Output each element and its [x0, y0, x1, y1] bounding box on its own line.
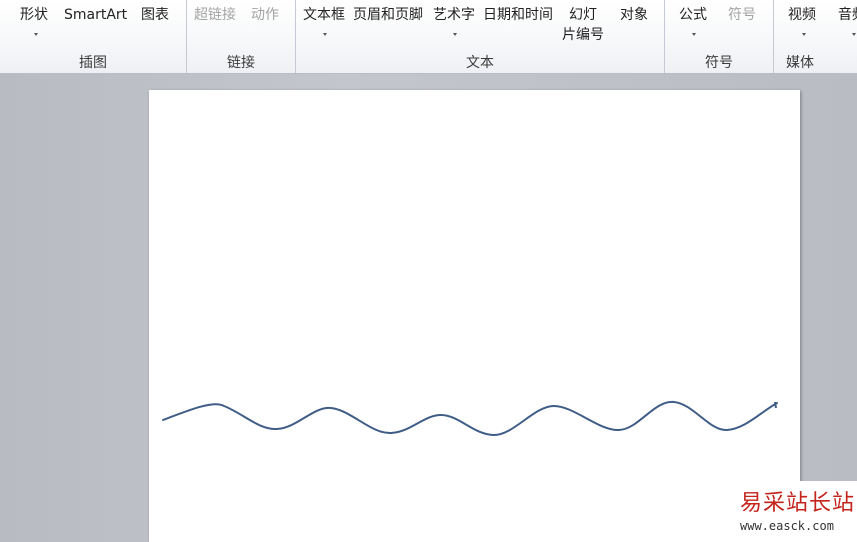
group-media: 视频 音频 媒体 — [774, 0, 857, 73]
video-dropdown-icon[interactable] — [802, 33, 806, 36]
symbol-button[interactable]: 符号 — [728, 7, 756, 24]
group-label-links: 链接 — [227, 55, 255, 71]
action-button[interactable]: 动作 — [251, 7, 279, 24]
object-button[interactable]: 对象 — [620, 7, 648, 24]
textbox-label: 文本框 — [303, 7, 345, 23]
group-label-text: 文本 — [466, 55, 494, 71]
group-text: 文本框 页眉和页脚 艺术字 日期和时间 幻灯 片编号 对象 文本 — [296, 0, 665, 73]
group-label-illustrations: 插图 — [79, 55, 107, 71]
shapes-label: 形状 — [20, 7, 48, 23]
group-symbols: 公式 符号 符号 — [665, 0, 774, 73]
wave-end-tick — [774, 401, 777, 409]
wordart-button[interactable]: 艺术字 — [433, 7, 475, 24]
chart-button[interactable]: 图表 — [141, 7, 169, 24]
header-footer-button[interactable]: 页眉和页脚 — [353, 7, 423, 24]
group-label-media: 媒体 — [786, 55, 814, 71]
textbox-dropdown-icon[interactable] — [323, 33, 327, 36]
group-links: 超链接 动作 链接 — [187, 0, 296, 73]
wordart-dropdown-icon[interactable] — [453, 33, 457, 36]
smartart-button[interactable]: SmartArt — [64, 7, 127, 24]
hyperlink-button[interactable]: 超链接 — [194, 7, 236, 24]
ribbon-insert-tab: 形状 SmartArt 图表 插图 超链接 动作 链接 文本框 页眉和页脚 艺术… — [0, 0, 857, 74]
slide-number-label-line1: 幻灯 — [569, 7, 597, 23]
video-label: 视频 — [788, 7, 816, 23]
wave-line-shape[interactable] — [149, 90, 800, 542]
action-label: 动作 — [251, 7, 279, 23]
object-label: 对象 — [620, 7, 648, 23]
group-label-symbols: 符号 — [705, 55, 733, 71]
watermark-site-name: 易采站长站 — [740, 491, 856, 516]
textbox-button[interactable]: 文本框 — [303, 7, 345, 24]
wordart-label: 艺术字 — [433, 7, 475, 23]
hyperlink-label: 超链接 — [194, 7, 236, 23]
audio-button[interactable]: 音频 — [838, 7, 857, 24]
watermark-url: www.easck.com — [740, 519, 834, 533]
date-time-button[interactable]: 日期和时间 — [483, 7, 553, 24]
slide-number-label-line2: 片编号 — [562, 27, 604, 43]
video-button[interactable]: 视频 — [788, 7, 816, 24]
wave-line-path[interactable] — [162, 400, 778, 437]
equation-button[interactable]: 公式 — [679, 7, 707, 24]
shapes-button[interactable]: 形状 — [20, 7, 48, 24]
shapes-dropdown-icon[interactable] — [34, 33, 38, 36]
symbol-label: 符号 — [728, 7, 756, 23]
equation-dropdown-icon[interactable] — [692, 33, 696, 36]
date-time-label: 日期和时间 — [483, 7, 553, 23]
header-footer-label: 页眉和页脚 — [353, 7, 423, 23]
audio-dropdown-icon[interactable] — [852, 33, 856, 36]
group-illustrations: 形状 SmartArt 图表 插图 — [0, 0, 187, 73]
chart-label: 图表 — [141, 7, 169, 23]
equation-label: 公式 — [679, 7, 707, 23]
audio-label: 音频 — [838, 7, 857, 23]
watermark: 易采站长站 www.easck.com — [734, 481, 857, 542]
slide-number-button[interactable]: 幻灯 片编号 — [562, 7, 604, 44]
smartart-label: SmartArt — [64, 7, 128, 23]
